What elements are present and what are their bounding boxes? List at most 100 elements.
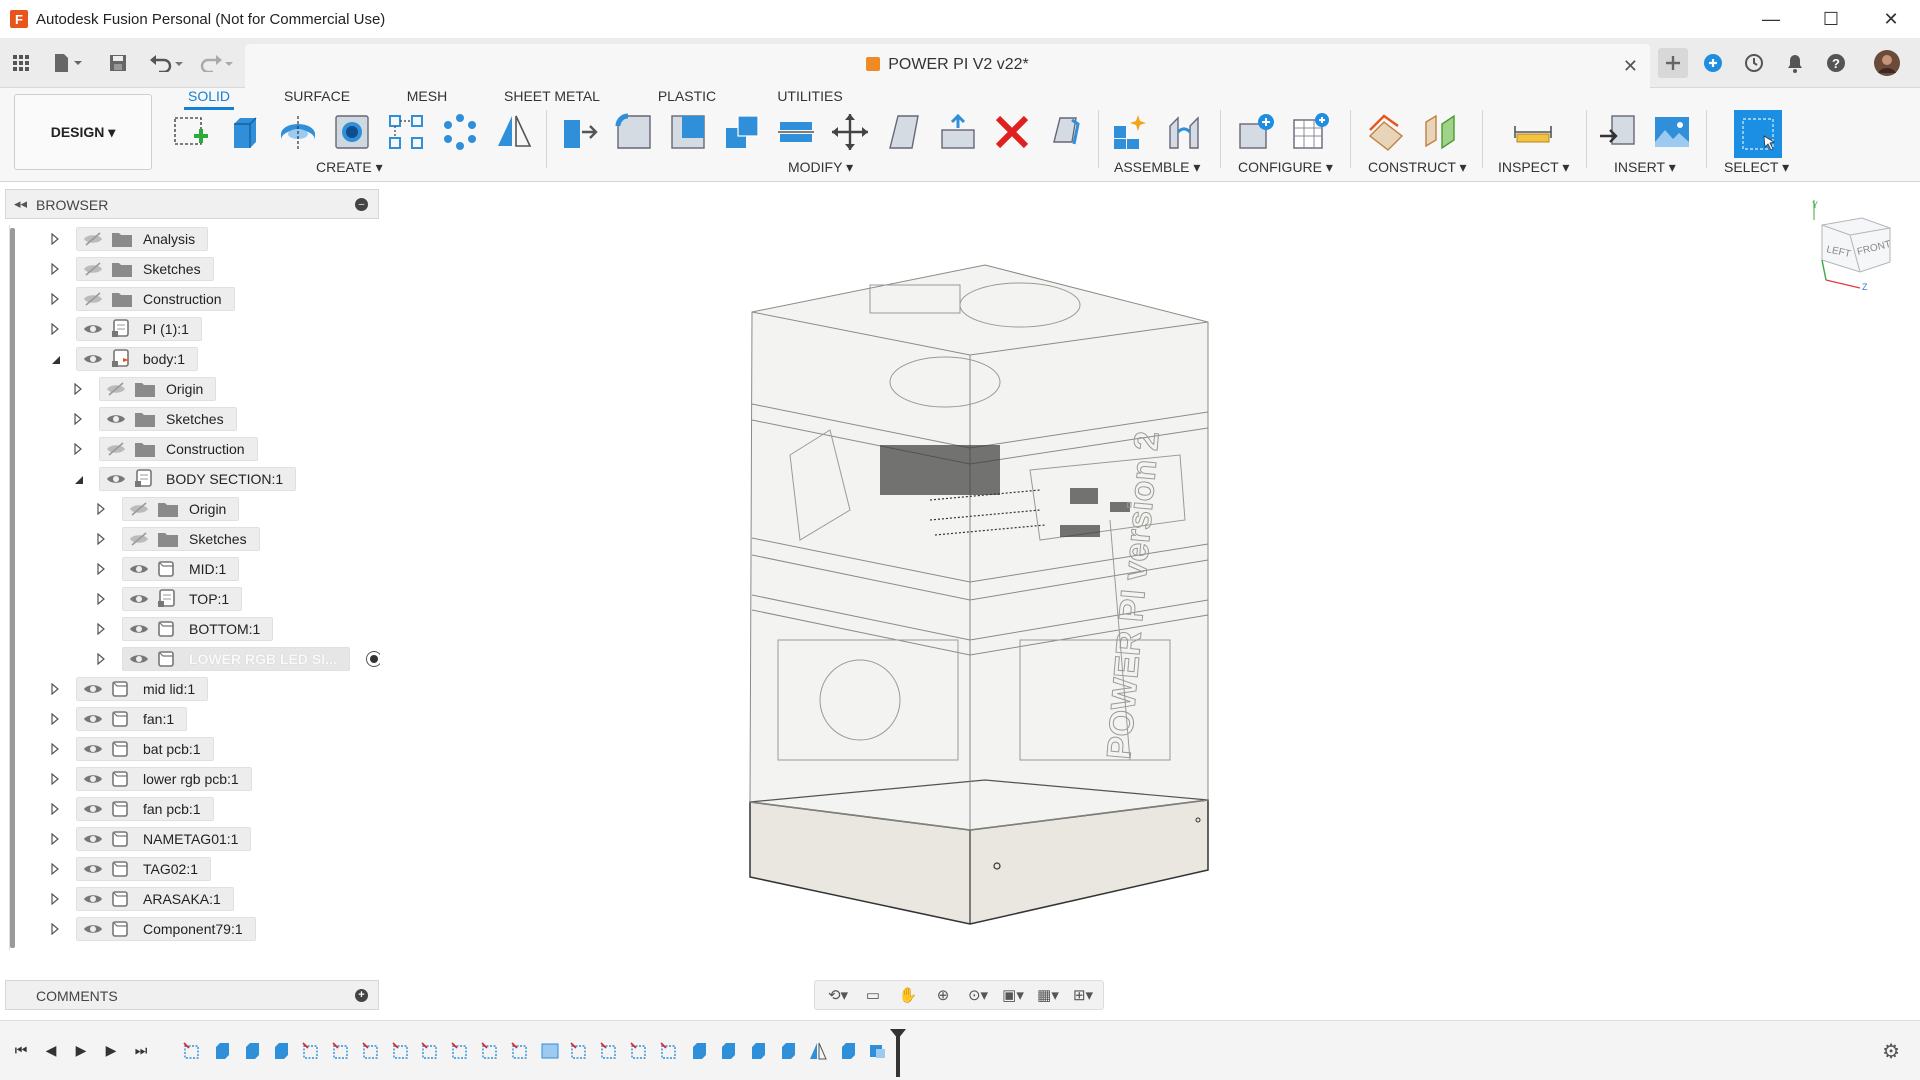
redo-icon[interactable] bbox=[196, 50, 236, 76]
maximize-button[interactable]: ☐ bbox=[1802, 0, 1860, 38]
browser-node[interactable]: Origin bbox=[71, 376, 217, 402]
browser-node-chip[interactable]: Origin bbox=[99, 377, 217, 401]
timeline-sketch-icon[interactable] bbox=[301, 1041, 321, 1061]
collapse-browser-icon[interactable]: ◂◂ bbox=[14, 196, 27, 212]
browser-node-chip[interactable]: lower rgb pcb:1 bbox=[76, 767, 252, 791]
new-component-icon[interactable] bbox=[1108, 110, 1152, 154]
minimize-browser-icon[interactable]: – bbox=[355, 198, 368, 211]
expand-arrow-icon[interactable] bbox=[71, 382, 85, 396]
delete-icon[interactable] bbox=[990, 110, 1034, 154]
visibility-eye-icon[interactable] bbox=[83, 742, 105, 756]
browser-node[interactable]: lower rgb pcb:1 bbox=[48, 766, 252, 792]
viewports-icon[interactable]: ⊞▾ bbox=[1068, 984, 1098, 1006]
fit-zoom-icon[interactable]: ⊙▾ bbox=[963, 984, 993, 1006]
browser-node[interactable]: Analysis bbox=[48, 226, 209, 252]
visibility-eye-icon[interactable] bbox=[83, 892, 105, 906]
browser-node[interactable]: fan:1 bbox=[48, 706, 188, 732]
browser-node-chip[interactable]: bat pcb:1 bbox=[76, 737, 214, 761]
timeline-feature-icon[interactable] bbox=[540, 1041, 560, 1061]
measure-icon[interactable] bbox=[1511, 110, 1555, 154]
expand-arrow-icon[interactable] bbox=[48, 292, 62, 306]
browser-node[interactable]: TOP:1 bbox=[94, 586, 243, 612]
tab-mesh[interactable]: MESH bbox=[402, 88, 452, 110]
timeline-sketch-icon[interactable] bbox=[331, 1041, 351, 1061]
tab-plastic[interactable]: PLASTIC bbox=[652, 88, 722, 110]
timeline-sketch-icon[interactable] bbox=[599, 1041, 619, 1061]
construct-menu[interactable]: CONSTRUCT ▾ bbox=[1368, 159, 1467, 176]
minimize-button[interactable]: — bbox=[1742, 0, 1800, 38]
new-tab-plus-icon[interactable] bbox=[1658, 48, 1688, 78]
user-avatar[interactable] bbox=[1872, 48, 1902, 78]
tab-surface[interactable]: SURFACE bbox=[282, 88, 352, 110]
extensions-icon[interactable] bbox=[1700, 50, 1726, 76]
browser-node[interactable]: BODY SECTION:1 bbox=[71, 466, 297, 492]
expand-arrow-icon[interactable] bbox=[48, 322, 62, 336]
save-icon[interactable] bbox=[105, 50, 131, 76]
document-tab[interactable]: POWER PI V2 v22* ✕ bbox=[245, 44, 1650, 88]
visibility-eye-icon[interactable] bbox=[83, 862, 105, 876]
timeline-sketch-icon[interactable] bbox=[182, 1041, 202, 1061]
extrude-icon[interactable] bbox=[222, 110, 266, 154]
browser-node-chip[interactable]: Sketches bbox=[122, 527, 260, 551]
zoom-icon[interactable]: ⊕ bbox=[928, 984, 958, 1006]
browser-node[interactable]: mid lid:1 bbox=[48, 676, 209, 702]
visibility-eye-icon[interactable] bbox=[106, 412, 128, 426]
timeline-feature-icon[interactable] bbox=[778, 1041, 798, 1061]
visibility-eye-icon[interactable] bbox=[83, 802, 105, 816]
expand-arrow-icon[interactable] bbox=[48, 682, 62, 696]
hidden-eye-icon[interactable] bbox=[83, 292, 105, 306]
workspace-switcher-button[interactable]: DESIGN ▾ bbox=[14, 94, 152, 170]
expand-arrow-icon[interactable] bbox=[48, 232, 62, 246]
timeline-feature-icon[interactable] bbox=[242, 1041, 262, 1061]
browser-node[interactable]: MID:1 bbox=[94, 556, 240, 582]
timeline-sketch-icon[interactable] bbox=[480, 1041, 500, 1061]
grid-settings-icon[interactable]: ▦▾ bbox=[1033, 984, 1063, 1006]
hidden-eye-icon[interactable] bbox=[129, 532, 151, 546]
hidden-eye-icon[interactable] bbox=[106, 382, 128, 396]
browser-node-chip[interactable]: Sketches bbox=[99, 407, 237, 431]
insert-menu[interactable]: INSERT ▾ bbox=[1614, 159, 1676, 176]
step-forward-icon[interactable]: ▶ bbox=[100, 1039, 122, 1061]
timeline-marker[interactable] bbox=[896, 1033, 900, 1077]
expand-arrow-icon[interactable] bbox=[48, 802, 62, 816]
browser-node-chip[interactable]: TOP:1 bbox=[122, 587, 243, 611]
browser-node[interactable]: Construction bbox=[48, 286, 235, 312]
insert-derive-icon[interactable] bbox=[1596, 110, 1640, 154]
browser-node-chip[interactable]: body:1 bbox=[76, 347, 199, 371]
browser-node[interactable]: PI (1):1 bbox=[48, 316, 202, 342]
modify-menu[interactable]: MODIFY ▾ bbox=[788, 159, 853, 176]
notifications-bell-icon[interactable] bbox=[1782, 50, 1808, 76]
close-window-button[interactable]: ✕ bbox=[1862, 0, 1920, 38]
browser-node-chip[interactable]: LOWER RGB LED SI... bbox=[122, 647, 350, 671]
browser-node[interactable]: bat pcb:1 bbox=[48, 736, 214, 762]
timeline-feature-icon[interactable] bbox=[718, 1041, 738, 1061]
orbit-icon[interactable]: ⟲▾ bbox=[823, 984, 853, 1006]
browser-scrollbar[interactable] bbox=[10, 228, 15, 948]
expand-arrow-icon[interactable] bbox=[94, 652, 108, 666]
browser-node-chip[interactable]: BOTTOM:1 bbox=[122, 617, 274, 641]
visibility-eye-icon[interactable] bbox=[83, 832, 105, 846]
browser-node[interactable]: TAG02:1 bbox=[48, 856, 211, 882]
browser-node-chip[interactable]: Origin bbox=[122, 497, 240, 521]
circular-pattern-icon[interactable] bbox=[438, 110, 482, 154]
browser-node-chip[interactable]: BODY SECTION:1 bbox=[99, 467, 297, 491]
play-icon[interactable]: ▶ bbox=[70, 1039, 92, 1061]
browser-node[interactable]: Construction bbox=[71, 436, 258, 462]
browser-node[interactable]: Origin bbox=[94, 496, 240, 522]
inspect-menu[interactable]: INSPECT ▾ bbox=[1498, 159, 1569, 176]
browser-node[interactable]: ARASAKA:1 bbox=[48, 886, 234, 912]
browser-node[interactable]: BOTTOM:1 bbox=[94, 616, 274, 642]
visibility-eye-icon[interactable] bbox=[83, 352, 105, 366]
browser-node[interactable]: Component79:1 bbox=[48, 916, 256, 942]
visibility-eye-icon[interactable] bbox=[83, 712, 105, 726]
replace-face-icon[interactable] bbox=[1044, 110, 1088, 154]
collapse-arrow-icon[interactable] bbox=[48, 352, 62, 366]
browser-node[interactable]: body:1 bbox=[48, 346, 199, 372]
browser-node[interactable]: Sketches bbox=[48, 256, 214, 282]
close-document-button[interactable]: ✕ bbox=[1623, 56, 1638, 77]
expand-arrow-icon[interactable] bbox=[94, 562, 108, 576]
visibility-eye-icon[interactable] bbox=[83, 322, 105, 336]
expand-arrow-icon[interactable] bbox=[94, 532, 108, 546]
browser-node-chip[interactable]: NAMETAG01:1 bbox=[76, 827, 252, 851]
select-tool-icon[interactable] bbox=[1734, 110, 1782, 158]
